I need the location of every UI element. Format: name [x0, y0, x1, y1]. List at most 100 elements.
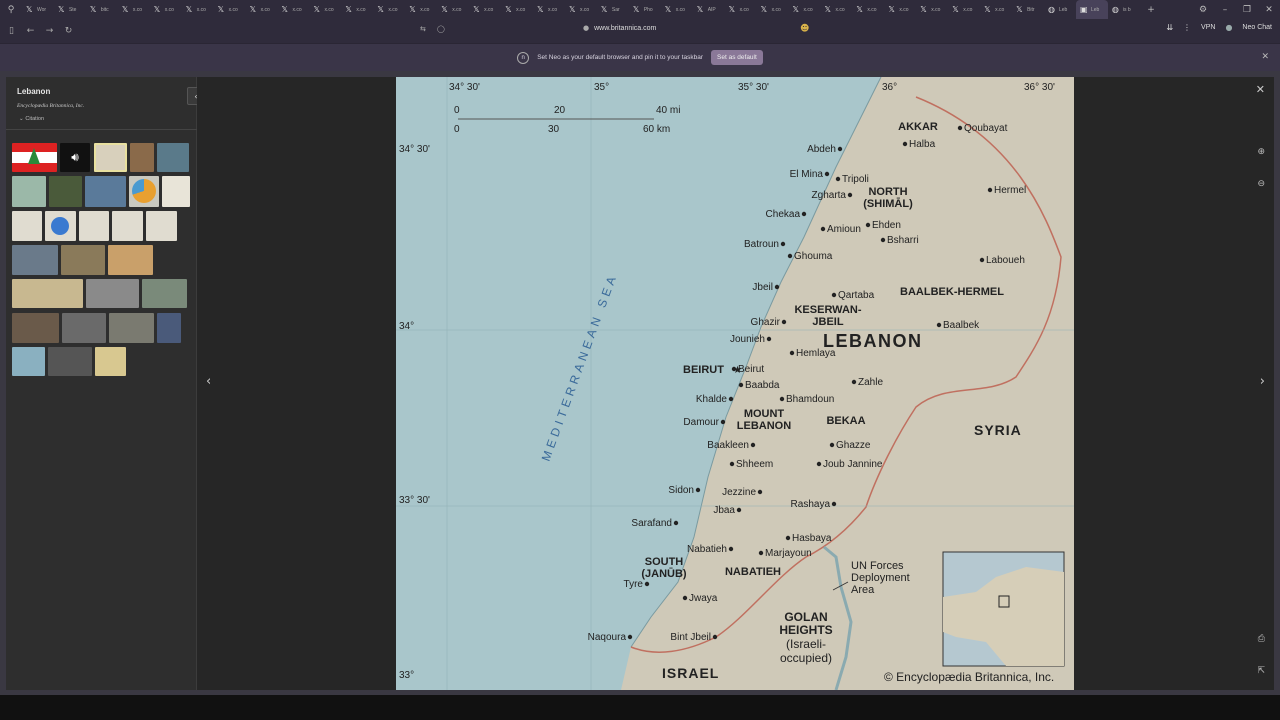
tab[interactable]: 𝕏x.co — [118, 0, 150, 19]
thumbnail-image[interactable] — [62, 313, 106, 343]
reload-button[interactable]: ↻ — [59, 26, 78, 36]
tab[interactable]: 𝕏 Bitr — [1012, 0, 1044, 19]
tab[interactable]: 𝕏x.co — [278, 0, 310, 19]
tab[interactable]: 𝕏x.co — [373, 0, 405, 19]
tab[interactable]: 𝕏x.co — [661, 0, 693, 19]
tab[interactable]: 𝕏x.co — [405, 0, 437, 19]
x-icon: 𝕏 — [792, 5, 799, 14]
search-icon[interactable]: ⚲ — [0, 5, 22, 15]
taskbar-area — [0, 695, 1280, 720]
thumbnail-image[interactable] — [48, 347, 92, 376]
extensions-icon[interactable]: ⚙ — [1192, 5, 1214, 15]
tab[interactable]: 𝕏x.co — [150, 0, 182, 19]
tab[interactable]: 𝕏bitc — [86, 0, 118, 19]
url-field[interactable]: ● www.britannica.com — [583, 24, 656, 32]
external-link-icon[interactable]: ⇱ — [1257, 666, 1265, 676]
thumbnail-graphic[interactable] — [162, 176, 190, 207]
tab[interactable]: ▣ Leb — [1075, 0, 1108, 19]
tab[interactable]: 𝕏x.co — [309, 0, 341, 19]
maximize-button[interactable]: ❐ — [1236, 5, 1258, 15]
thumbnail-chart[interactable] — [45, 211, 76, 241]
tab[interactable]: 𝕏x.co — [884, 0, 916, 19]
minimize-button[interactable]: – — [1214, 5, 1236, 15]
sidebar-toggle-icon[interactable]: ▯ — [2, 26, 21, 36]
thumbnail-image[interactable] — [61, 245, 105, 275]
avatar[interactable]: ● — [1225, 23, 1232, 32]
thumbnail-map[interactable] — [12, 279, 83, 308]
tab[interactable]: 𝕏x.co — [214, 0, 246, 19]
tab[interactable]: 𝕏x.co — [916, 0, 948, 19]
lebanon-map[interactable]: 34° 30' 35° 35° 30' 36° 36° 30' 34° 30' … — [396, 77, 1074, 690]
tab[interactable]: 𝕏x.co — [469, 0, 501, 19]
shield-icon[interactable]: ◯ — [437, 25, 445, 33]
menu-icon[interactable]: ⋮ — [1183, 23, 1191, 32]
lon-label: 35° — [594, 82, 609, 93]
tab[interactable]: 𝕏x.co — [980, 0, 1012, 19]
downloads-icon[interactable]: ⇊ — [1166, 23, 1173, 32]
vpn-button[interactable]: VPN — [1201, 24, 1215, 31]
un-label-line: Area — [851, 584, 875, 596]
thumbnail-image[interactable] — [157, 143, 189, 172]
tab[interactable]: ◍ is b — [1108, 0, 1140, 19]
thumbnail-chart[interactable] — [146, 211, 177, 241]
close-icon[interactable]: ✕ — [1256, 83, 1265, 96]
thumbnail-chart[interactable] — [79, 211, 109, 241]
thumbnail-chart[interactable] — [12, 211, 42, 241]
tab[interactable]: 𝕏x.co — [757, 0, 789, 19]
tab[interactable]: 𝕏 Wor — [22, 0, 54, 19]
tab[interactable]: 𝕏x.co — [341, 0, 373, 19]
tab[interactable]: 𝕏x.co — [948, 0, 980, 19]
thumbnail-image[interactable] — [12, 313, 59, 343]
site-settings-icon[interactable]: ⇆ — [420, 25, 426, 33]
tab[interactable]: 𝕏x.co — [501, 0, 533, 19]
thumbnail-image[interactable] — [85, 176, 126, 207]
citation-toggle[interactable]: ⌄ Citation — [19, 116, 44, 122]
thumbnail-image[interactable] — [109, 313, 154, 343]
thumbnail-map[interactable] — [95, 347, 126, 376]
previous-arrow-icon[interactable]: ‹ — [206, 374, 211, 389]
profile-label[interactable]: Neo Chat — [1242, 24, 1272, 31]
thumbnail-image[interactable] — [142, 279, 187, 308]
country-label: LEBANON — [823, 331, 923, 351]
tab[interactable]: 𝕏x.co — [820, 0, 852, 19]
thumbnail-flag[interactable] — [12, 143, 57, 172]
close-window-button[interactable]: ✕ — [1258, 5, 1280, 15]
thumbnail-portrait[interactable] — [157, 313, 181, 343]
x-icon: 𝕏 — [728, 5, 736, 14]
tab[interactable]: 𝕏x.co — [565, 0, 597, 19]
tab[interactable]: 𝕏 Sar — [597, 0, 629, 19]
thumbnail-chart[interactable] — [112, 211, 143, 241]
thumbnail-map[interactable] — [12, 347, 45, 376]
print-icon[interactable]: ⎙ — [1258, 634, 1265, 644]
assistant-icon[interactable]: ☻ — [800, 24, 809, 34]
thumbnail-map-selected[interactable] — [94, 143, 127, 172]
forward-button[interactable]: → — [40, 26, 59, 36]
thumbnail-image[interactable] — [86, 279, 139, 308]
tab[interactable]: 𝕏x.co — [437, 0, 469, 19]
thumbnail-map[interactable] — [12, 176, 46, 207]
back-button[interactable]: ← — [21, 26, 40, 36]
tab[interactable]: 𝕏x.co — [852, 0, 884, 19]
zoom-in-icon[interactable]: ⊕ — [1257, 147, 1265, 157]
zoom-out-icon[interactable]: ⊖ — [1257, 179, 1265, 189]
set-default-button[interactable]: Set as default — [711, 50, 763, 65]
thumbnail-image[interactable] — [130, 143, 154, 172]
next-arrow-icon[interactable]: › — [1260, 374, 1265, 389]
new-tab-button[interactable]: + — [1140, 5, 1162, 15]
close-icon[interactable]: ✕ — [1261, 52, 1269, 62]
tab[interactable]: 𝕏x.co — [182, 0, 214, 19]
tab[interactable]: 𝕏x.co — [533, 0, 565, 19]
thumbnail-image[interactable] — [108, 245, 153, 275]
tab[interactable]: 𝕏 Pho — [629, 0, 661, 19]
tab[interactable]: ◍ Leb — [1044, 0, 1076, 19]
thumbnail-pie-chart[interactable] — [129, 176, 159, 207]
thumbnail-audio[interactable]: 🔊︎ — [60, 143, 90, 172]
region-label: LEBANON — [737, 420, 791, 432]
tab[interactable]: 𝕏x.co — [246, 0, 278, 19]
tab[interactable]: 𝕏x.co — [789, 0, 821, 19]
thumbnail-image[interactable] — [12, 245, 58, 275]
tab[interactable]: 𝕏x.co — [725, 0, 757, 19]
tab[interactable]: 𝕏 Ste — [54, 0, 86, 19]
thumbnail-image[interactable] — [49, 176, 82, 207]
tab[interactable]: 𝕏 AIP — [693, 0, 725, 19]
